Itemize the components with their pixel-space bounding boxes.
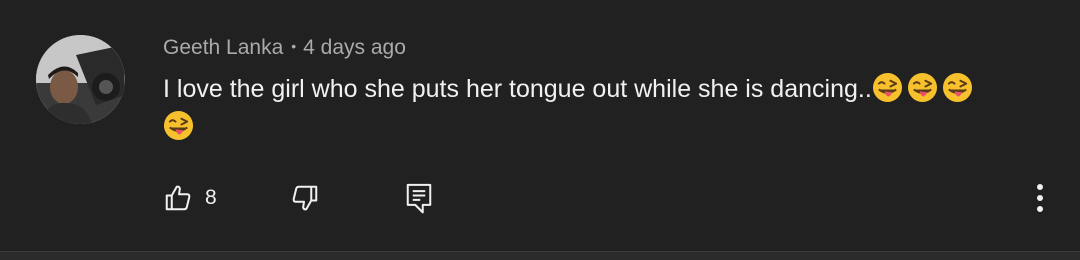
reply-icon [406, 183, 432, 214]
dislike-button[interactable] [290, 178, 320, 218]
avatar[interactable] [36, 35, 125, 124]
comment-actions: 8 [0, 178, 1080, 218]
meta-separator: • [291, 38, 297, 54]
winking-tongue-emoji-icon [872, 72, 902, 103]
avatar-image [36, 35, 125, 124]
winking-tongue-emoji-icon [163, 110, 194, 141]
comment-timestamp[interactable]: 4 days ago [303, 36, 406, 59]
more-vertical-icon [1037, 184, 1043, 212]
divider [0, 251, 1080, 260]
comment-body: I love the girl who she puts her tongue … [163, 75, 872, 103]
author-name[interactable]: Geeth Lanka [163, 36, 283, 59]
thumbs-up-icon [165, 185, 191, 211]
like-count: 8 [205, 186, 217, 209]
comment-meta: Geeth Lanka • 4 days ago [163, 34, 406, 63]
like-button[interactable]: 8 [163, 178, 217, 218]
winking-tongue-emoji-icon [942, 72, 972, 103]
comment-text: I love the girl who she puts her tongue … [163, 70, 1043, 146]
reply-button[interactable] [404, 178, 434, 218]
more-options-button[interactable] [1028, 178, 1052, 218]
winking-tongue-emoji-icon [907, 72, 937, 103]
comment-item: Geeth Lanka • 4 days ago I love the girl w… [0, 0, 1080, 260]
thumbs-down-icon [292, 185, 318, 211]
